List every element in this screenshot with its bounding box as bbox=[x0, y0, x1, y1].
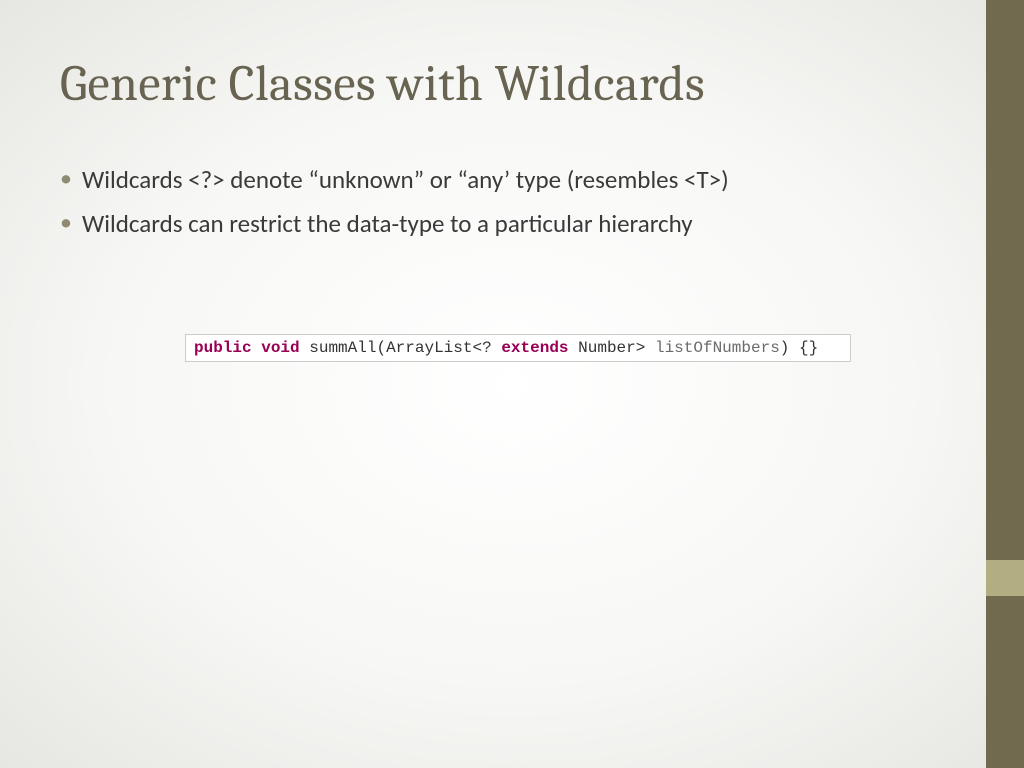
code-type: ArrayList bbox=[386, 339, 472, 357]
code-punct: ( bbox=[376, 339, 386, 357]
code-param: listOfNumbers bbox=[655, 339, 780, 357]
bullet-list: Wildcards <?> denote “unknown” or “any’ … bbox=[60, 161, 964, 242]
code-punct: < bbox=[472, 339, 482, 357]
slide-content: Generic Classes with Wildcards Wildcards… bbox=[0, 0, 1024, 362]
side-stripe bbox=[986, 0, 1024, 768]
code-punct: > bbox=[636, 339, 646, 357]
bullet-item: Wildcards can restrict the data-type to … bbox=[82, 205, 964, 243]
code-punct: ) {} bbox=[780, 339, 818, 357]
code-method: summAll bbox=[309, 339, 376, 357]
code-keyword: public bbox=[194, 339, 252, 357]
bullet-item: Wildcards <?> denote “unknown” or “any’ … bbox=[82, 161, 964, 199]
slide-title: Generic Classes with Wildcards bbox=[60, 55, 964, 113]
side-accent-block bbox=[986, 560, 1024, 596]
code-snippet: public void summAll(ArrayList<? extends … bbox=[185, 334, 851, 362]
code-keyword: extends bbox=[501, 339, 568, 357]
code-punct: ? bbox=[482, 339, 492, 357]
code-type: Number bbox=[578, 339, 636, 357]
code-keyword: void bbox=[261, 339, 299, 357]
